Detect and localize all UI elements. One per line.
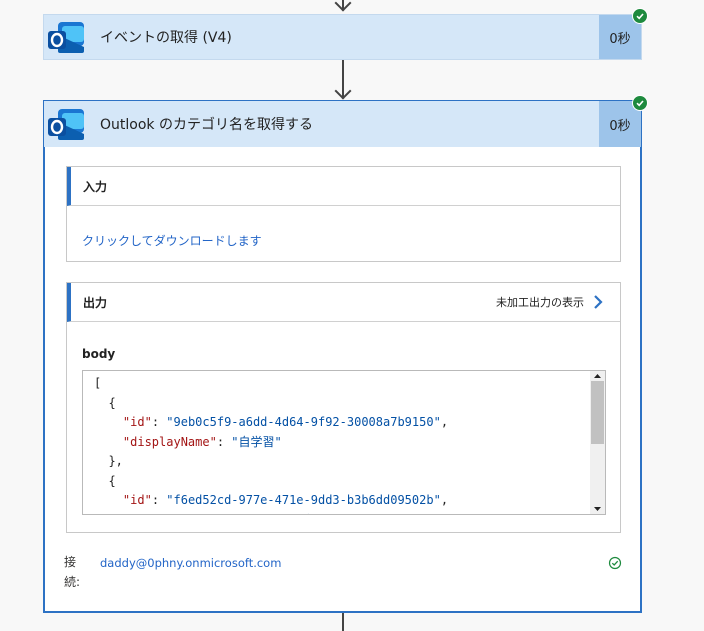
connection-account[interactable]: daddy@0phny.onmicrosoft.com: [100, 556, 281, 570]
step-title: Outlook のカテゴリ名を取得する: [100, 117, 313, 133]
check-circle-icon: [632, 95, 648, 111]
step-card-get-category-names: Outlook のカテゴリ名を取得する 0秒 入力 クリックしてダウンロードしま…: [43, 100, 642, 613]
outlook-icon: [46, 104, 86, 144]
inputs-label: 入力: [83, 179, 108, 194]
step-header[interactable]: Outlook のカテゴリ名を取得する 0秒: [44, 101, 641, 147]
check-circle-outline-icon: [608, 556, 622, 570]
inputs-section: 入力 クリックしてダウンロードします: [66, 166, 621, 262]
download-link[interactable]: クリックしてダウンロードします: [82, 234, 262, 248]
scroll-down-icon[interactable]: [590, 504, 605, 514]
arrow-head-middle: [334, 82, 352, 100]
scrollbar-thumb[interactable]: [591, 381, 604, 444]
json-code: [ { "id": "9eb0c5f9-a6dd-4d64-9f92-30008…: [94, 376, 449, 514]
connection-label: 接続:: [64, 555, 81, 589]
flow-connector-bottom: [342, 613, 344, 631]
outlook-icon: [46, 17, 86, 57]
json-output-viewer[interactable]: [ { "id": "9eb0c5f9-a6dd-4d64-9f92-30008…: [82, 370, 606, 515]
inputs-header: 入力: [67, 167, 620, 206]
step-card-get-events[interactable]: イベントの取得 (V4) 0秒: [43, 14, 642, 60]
raw-output-label: 未加工出力の表示: [496, 296, 584, 309]
body-label: body: [82, 347, 116, 361]
chevron-right-icon: [594, 295, 603, 309]
outputs-section: 出力 未加工出力の表示 body [ { "id": "9eb0c5f9-a6d…: [66, 282, 621, 533]
arrow-head-top: [334, 0, 352, 12]
outputs-label: 出力: [83, 295, 108, 310]
vertical-scrollbar[interactable]: [590, 371, 605, 514]
step-title: イベントの取得 (V4): [100, 30, 232, 46]
show-raw-outputs-button[interactable]: 未加工出力の表示: [496, 283, 604, 321]
check-circle-icon: [632, 8, 648, 24]
outputs-header: 出力 未加工出力の表示: [67, 283, 620, 322]
scroll-up-icon[interactable]: [590, 371, 605, 381]
